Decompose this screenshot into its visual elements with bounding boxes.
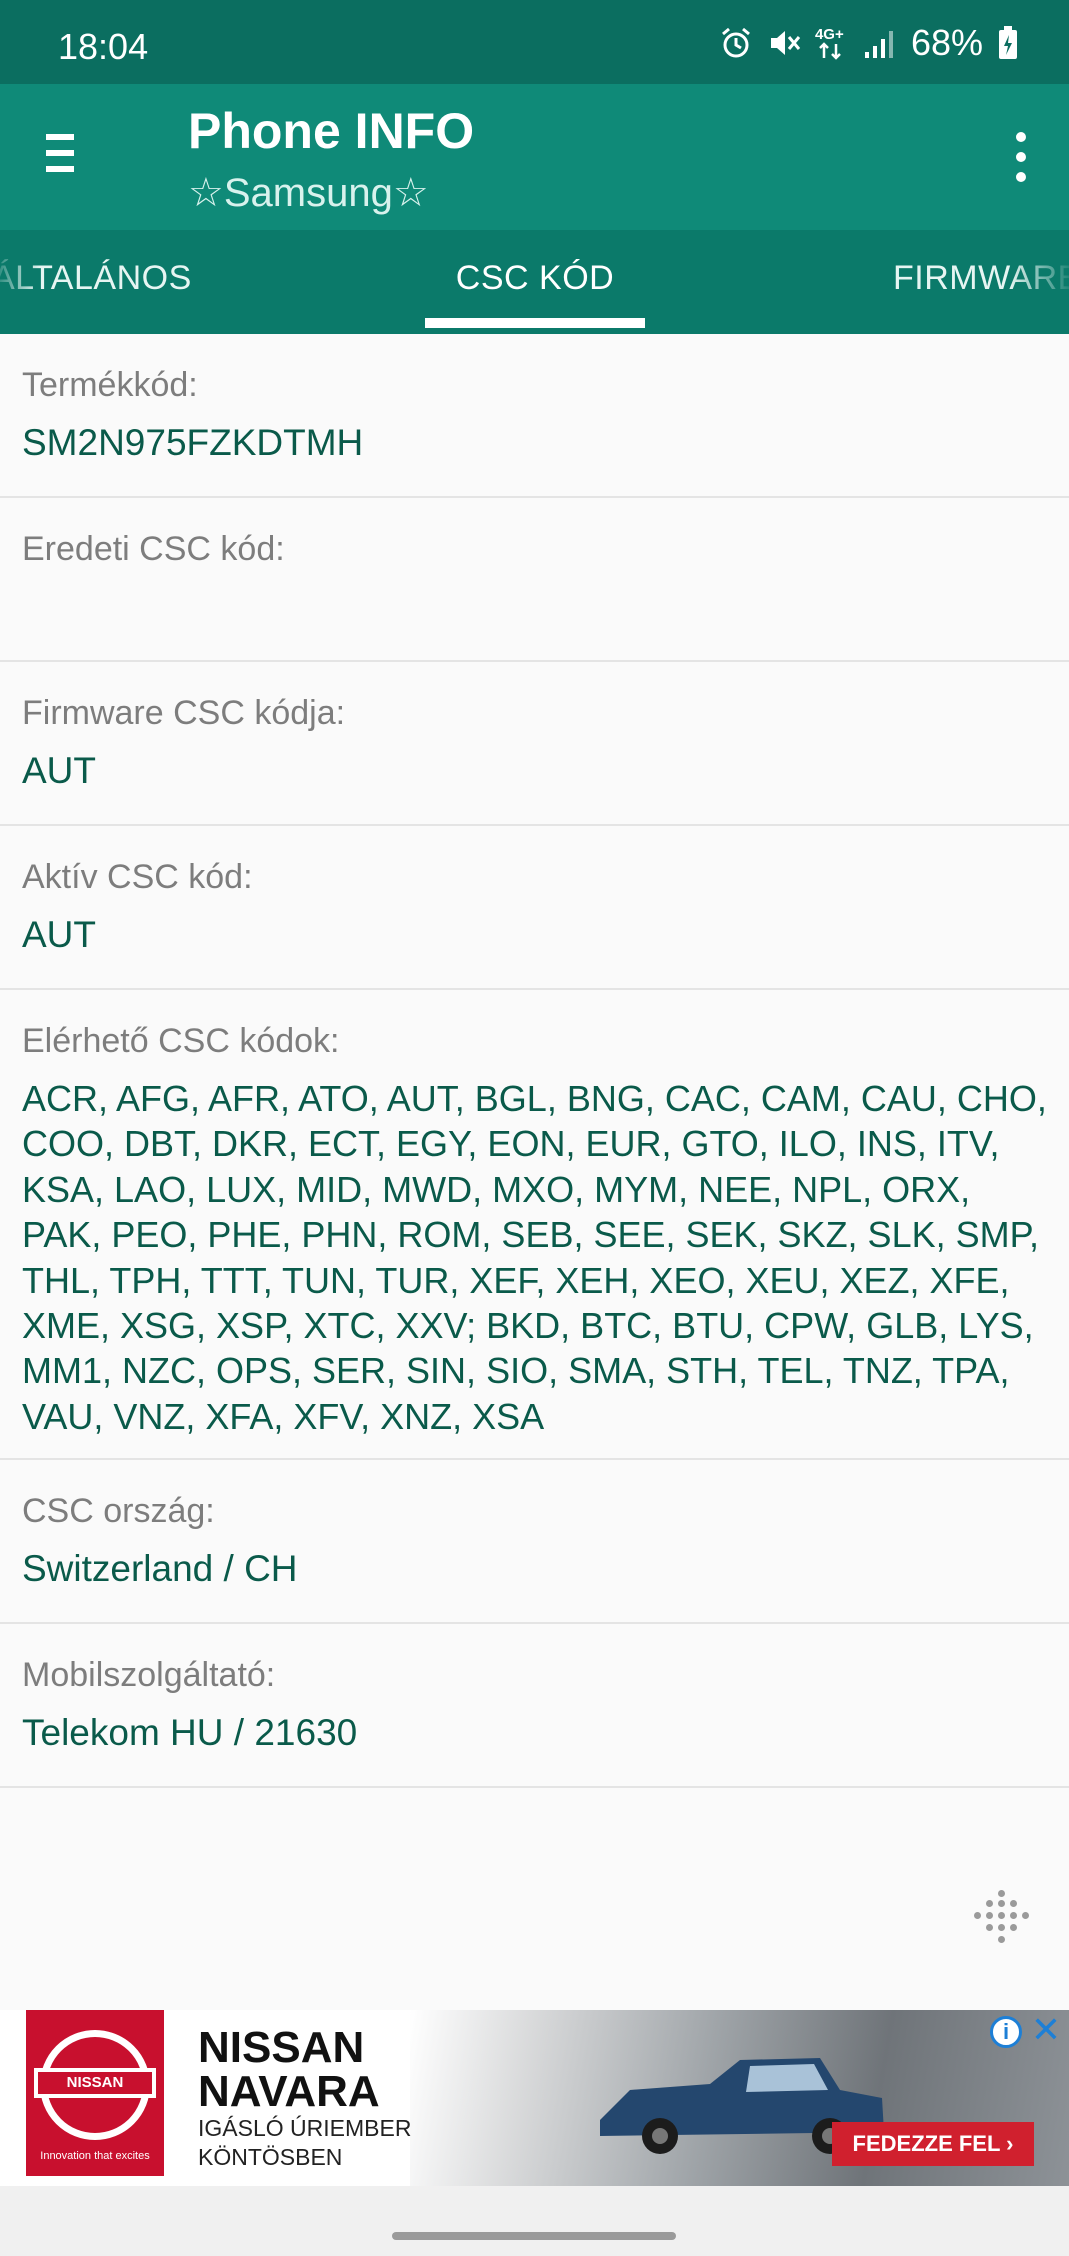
nissan-logo: NISSAN Innovation that excites xyxy=(26,2010,164,2176)
app-bar: Phone INFO ☆Samsung☆ xyxy=(0,84,1069,230)
adchoices-info-icon[interactable]: i xyxy=(990,2016,1022,2048)
data-icon: 4G+ xyxy=(815,26,849,60)
active-tab-indicator xyxy=(425,318,645,328)
row-value: ACR, AFG, AFR, ATO, AUT, BGL, BNG, CAC, … xyxy=(22,1078,1047,1437)
battery-icon xyxy=(997,25,1019,61)
signal-icon xyxy=(863,26,893,60)
ad-headline: NISSAN NAVARA xyxy=(198,2026,380,2114)
menu-icon[interactable] xyxy=(46,134,82,178)
battery-percent: 68% xyxy=(910,22,983,63)
row-label: Mobilszolgáltató: xyxy=(22,1656,276,1694)
row-value: Switzerland / CH xyxy=(22,1548,298,1589)
row-value: AUT xyxy=(22,914,96,955)
list-item-carrier[interactable]: Mobilszolgáltató: Telekom HU / 21630 xyxy=(0,1624,1069,1788)
ad-close-icon[interactable]: ✕ xyxy=(1028,2012,1064,2048)
row-value: SM2N975FZKDTMH xyxy=(22,422,364,463)
ad-tag-line1: IGÁSLÓ ÚRIEMBER xyxy=(198,2115,412,2141)
row-label: Eredeti CSC kód: xyxy=(22,530,285,568)
row-label: Elérhető CSC kódok: xyxy=(22,1022,340,1060)
ad-banner[interactable]: NISSAN Innovation that excites NISSAN NA… xyxy=(0,2010,1069,2186)
list-item-active-csc[interactable]: Aktív CSC kód: AUT xyxy=(0,826,1069,990)
row-label: Firmware CSC kódja: xyxy=(22,694,346,732)
home-gesture-handle[interactable] xyxy=(392,2232,676,2240)
ad-tag-line2: KÖNTÖSBEN xyxy=(198,2144,343,2170)
row-label: Aktív CSC kód: xyxy=(22,858,253,896)
ad-brand-line2: NAVARA xyxy=(198,2067,380,2116)
row-value: AUT xyxy=(22,750,96,791)
list-item-product-code[interactable]: Termékkód: SM2N975FZKDTMH xyxy=(0,334,1069,498)
ad-tagline: IGÁSLÓ ÚRIEMBER KÖNTÖSBEN xyxy=(198,2114,411,2172)
ad-cta-button[interactable]: FEDEZZE FEL › xyxy=(832,2122,1034,2166)
status-time: 18:04 xyxy=(58,26,149,67)
csc-info-list: Termékkód: SM2N975FZKDTMH Eredeti CSC kó… xyxy=(0,334,1069,1788)
row-label: CSC ország: xyxy=(22,1492,215,1530)
dots-grid-icon[interactable] xyxy=(974,1890,1030,1946)
ad-brand-line1: NISSAN xyxy=(198,2023,365,2072)
app-title: Phone INFO xyxy=(188,103,475,159)
alarm-icon xyxy=(719,26,753,60)
row-value: Telekom HU / 21630 xyxy=(22,1712,358,1753)
list-item-available-csc[interactable]: Elérhető CSC kódok: ACR, AFG, AFR, ATO, … xyxy=(0,990,1069,1460)
app-subtitle: ☆Samsung☆ xyxy=(188,171,429,215)
status-icons: 4G+ 68% xyxy=(719,22,1019,64)
tab-firmware[interactable]: FIRMWARE xyxy=(893,230,1069,334)
navigation-bar xyxy=(0,2186,1069,2256)
row-label: Termékkód: xyxy=(22,366,198,404)
list-item-firmware-csc[interactable]: Firmware CSC kódja: AUT xyxy=(0,662,1069,826)
tab-general[interactable]: ÁLTALÁNOS xyxy=(0,230,192,334)
overflow-menu-icon[interactable] xyxy=(1011,132,1031,182)
list-item-original-csc[interactable]: Eredeti CSC kód: xyxy=(0,498,1069,662)
status-bar: 18:04 4G+ 68% xyxy=(0,0,1069,84)
mute-icon xyxy=(767,26,801,60)
list-item-csc-country[interactable]: CSC ország: Switzerland / CH xyxy=(0,1460,1069,1624)
